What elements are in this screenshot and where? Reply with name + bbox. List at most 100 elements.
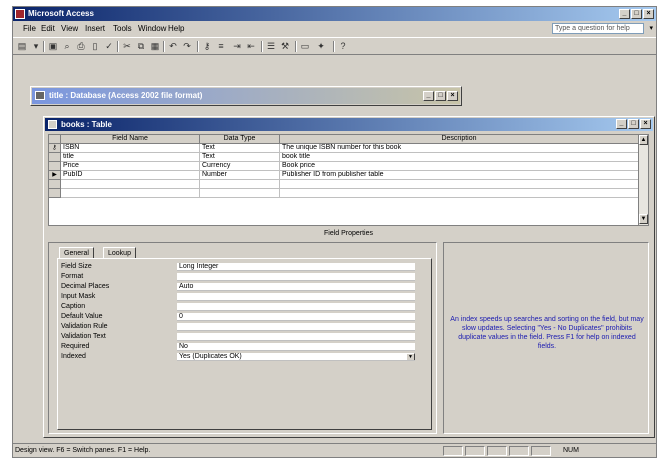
field-size-value[interactable]: Long Integer — [177, 263, 415, 271]
row-selector[interactable] — [49, 180, 61, 189]
db-close-button[interactable]: × — [447, 91, 458, 101]
view-icon[interactable]: ▤ — [16, 41, 28, 52]
menu-window[interactable]: Window — [138, 22, 166, 36]
properties-icon[interactable]: ☰ — [265, 41, 277, 52]
spelling-icon[interactable]: ✓ — [103, 41, 115, 52]
ask-question-dropdown-icon[interactable]: ▾ — [649, 24, 653, 32]
general-tab-panel: Field Size Long Integer Format Decimal P… — [57, 258, 432, 430]
menu-view[interactable]: View — [61, 22, 78, 36]
menu-insert[interactable]: Insert — [85, 22, 105, 36]
new-object-icon[interactable]: ✦ — [315, 41, 327, 52]
chevron-down-icon[interactable]: ▼ — [406, 353, 415, 360]
close-button[interactable]: × — [643, 9, 654, 19]
scroll-down-icon[interactable]: ▼ — [639, 214, 648, 224]
decimal-places-value[interactable]: Auto — [177, 283, 415, 291]
redo-icon[interactable]: ↷ — [181, 41, 193, 52]
description-cell[interactable]: Publisher ID from publisher table — [280, 171, 639, 180]
description-cell[interactable]: The unique ISBN number for this book — [280, 144, 639, 153]
description-cell[interactable]: book title — [280, 153, 639, 162]
header-field-name: Field Name — [61, 135, 200, 144]
office-assistant-icon[interactable]: ? — [337, 41, 349, 52]
current-row-arrow-icon[interactable]: ▶ — [49, 171, 61, 180]
data-type-cell[interactable]: Text — [200, 153, 280, 162]
vertical-scrollbar[interactable]: ▲ ▼ — [638, 135, 648, 225]
format-value[interactable] — [177, 273, 415, 281]
property-help-pane: An index speeds up searches and sorting … — [443, 242, 649, 434]
primary-key-icon[interactable]: ⚷ — [201, 41, 213, 52]
search-icon[interactable]: ⌕ — [61, 41, 73, 52]
row-selector[interactable] — [49, 189, 61, 198]
table-maximize-button[interactable]: □ — [628, 119, 639, 129]
scroll-up-icon[interactable]: ▲ — [639, 135, 648, 145]
field-name-cell[interactable] — [61, 180, 200, 189]
validation-rule-value[interactable] — [177, 323, 415, 331]
database-window[interactable]: title : Database (Access 2002 file forma… — [30, 86, 462, 106]
data-type-cell[interactable]: Number — [200, 171, 280, 180]
table-design-window: books : Table _ □ × Field Name Data Type… — [43, 116, 655, 438]
data-type-cell[interactable] — [200, 180, 280, 189]
access-window: Microsoft Access _ □ × File Edit View In… — [12, 6, 657, 458]
status-panel — [443, 446, 463, 456]
data-type-cell[interactable] — [200, 189, 280, 198]
db-minimize-button[interactable]: _ — [423, 91, 434, 101]
input-mask-value[interactable] — [177, 293, 415, 301]
status-panel — [465, 446, 485, 456]
num-lock-indicator: NUM — [563, 447, 579, 454]
delete-rows-icon[interactable]: ⇤ — [245, 41, 257, 52]
database-window-title: title : Database (Access 2002 file forma… — [49, 91, 203, 100]
database-icon — [35, 91, 45, 100]
validation-text-value[interactable] — [177, 333, 415, 341]
database-window-icon[interactable]: ▭ — [299, 41, 311, 52]
field-name-cell[interactable]: title — [61, 153, 200, 162]
row-selector[interactable] — [49, 153, 61, 162]
indexes-icon[interactable]: ≡ — [215, 41, 227, 52]
access-app-icon[interactable] — [15, 9, 25, 19]
description-cell[interactable] — [280, 180, 639, 189]
property-label: Decimal Places — [61, 283, 110, 290]
database-window-titlebar[interactable]: title : Database (Access 2002 file forma… — [32, 88, 460, 104]
table-window-titlebar[interactable]: books : Table _ □ × — [45, 118, 653, 131]
copy-icon[interactable]: ⧉ — [135, 41, 147, 52]
view-dropdown-icon[interactable]: ▾ — [30, 41, 42, 52]
table-close-button[interactable]: × — [640, 119, 651, 129]
menu-file[interactable]: File — [23, 22, 36, 36]
insert-rows-icon[interactable]: ⇥ — [231, 41, 243, 52]
field-name-cell[interactable]: ISBN — [61, 144, 200, 153]
menu-help[interactable]: Help — [168, 22, 184, 36]
caption-value[interactable] — [177, 303, 415, 311]
field-name-cell[interactable]: Price — [61, 162, 200, 171]
cut-icon[interactable]: ✂ — [121, 41, 133, 52]
field-grid: Field Name Data Type Description ⚷ ISBN … — [48, 134, 649, 226]
property-label: Default Value — [61, 313, 103, 320]
print-preview-icon[interactable]: ▯ — [89, 41, 101, 52]
required-value[interactable]: No — [177, 343, 415, 351]
menu-edit[interactable]: Edit — [41, 22, 55, 36]
ask-question-input[interactable]: Type a question for help — [552, 23, 644, 34]
default-value-value[interactable]: 0 — [177, 313, 415, 321]
menu-tools[interactable]: Tools — [113, 22, 132, 36]
data-type-cell[interactable]: Currency — [200, 162, 280, 171]
undo-icon[interactable]: ↶ — [167, 41, 179, 52]
row-selector[interactable] — [49, 162, 61, 171]
app-titlebar[interactable]: Microsoft Access _ □ × — [13, 7, 656, 21]
field-name-cell[interactable]: PubID — [61, 171, 200, 180]
save-icon[interactable]: ▣ — [47, 41, 59, 52]
field-properties-label: Field Properties — [323, 230, 374, 237]
print-icon[interactable]: ⎙ — [75, 41, 87, 52]
build-icon[interactable]: ⚒ — [279, 41, 291, 52]
db-maximize-button[interactable]: □ — [435, 91, 446, 101]
description-cell[interactable]: Book price — [280, 162, 639, 171]
data-type-cell[interactable]: Text — [200, 144, 280, 153]
property-help-text: An index speeds up searches and sorting … — [450, 316, 644, 350]
paste-icon[interactable]: ▦ — [149, 41, 161, 52]
app-title: Microsoft Access — [28, 9, 94, 18]
description-cell[interactable] — [280, 189, 639, 198]
maximize-button[interactable]: □ — [631, 9, 642, 19]
status-panel — [509, 446, 529, 456]
field-name-cell[interactable] — [61, 189, 200, 198]
table-minimize-button[interactable]: _ — [616, 119, 627, 129]
grid-corner — [49, 135, 61, 144]
indexed-value[interactable]: Yes (Duplicates OK) ▼ — [177, 353, 415, 361]
row-selector-key-icon[interactable]: ⚷ — [49, 144, 61, 153]
minimize-button[interactable]: _ — [619, 9, 630, 19]
